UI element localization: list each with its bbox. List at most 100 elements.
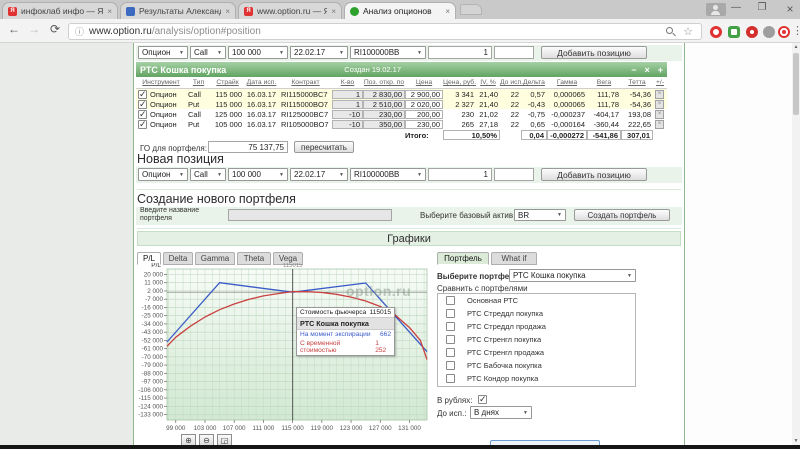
close-portfolio-icon[interactable]: × [644, 65, 649, 75]
col-iv[interactable]: IV, % [476, 79, 500, 86]
create-portfolio-button[interactable]: Создать портфель [574, 209, 670, 221]
price-cell[interactable]: 2 900,00 [405, 89, 443, 99]
row-checkbox[interactable] [138, 99, 147, 110]
profile-button[interactable] [706, 3, 726, 16]
base-asset-select[interactable]: BR ▼ [514, 209, 566, 221]
tab-close-icon[interactable]: × [445, 7, 450, 16]
tab-what-if[interactable]: What if [491, 252, 537, 265]
scroll-down-icon[interactable]: ▼ [792, 437, 800, 445]
col-type[interactable]: Тип [186, 79, 211, 86]
col-vega[interactable]: Вега [587, 79, 621, 86]
col-contract[interactable]: Контракт [279, 79, 332, 86]
col-exp[interactable]: Дата исп. [244, 79, 279, 86]
browser-tab-1[interactable]: Я инфоклаб инфо — Янд × [2, 2, 118, 19]
reload-icon[interactable]: ⟳ [50, 22, 60, 36]
qty-cell[interactable]: 1 [332, 99, 363, 109]
open-price-cell[interactable]: 350,00 [363, 119, 405, 129]
price-cell[interactable]: 2 020,00 [405, 99, 443, 109]
qty-cell[interactable]: 1 [332, 89, 363, 99]
list-item[interactable]: РТС Кондор покупка [438, 372, 635, 385]
compare-checkbox[interactable] [446, 361, 455, 370]
address-bar[interactable]: ⓘ www.option.ru/analysis/option#position… [68, 23, 702, 40]
compare-checkbox[interactable] [446, 348, 455, 357]
price-input[interactable] [494, 46, 534, 59]
list-item[interactable]: РТС Бабочка покупка [438, 359, 635, 372]
open-price-cell[interactable]: 230,00 [363, 109, 405, 119]
list-item[interactable]: РТС Стренгл продажа [438, 346, 635, 359]
open-price-cell[interactable]: 2 510,00 [363, 99, 405, 109]
col-price[interactable]: Цена [405, 79, 443, 86]
open-price-cell[interactable]: 2 830,00 [363, 89, 405, 99]
quantity-input[interactable]: 1 [428, 168, 492, 181]
col-qty[interactable]: К-во [332, 79, 363, 86]
expiry-date-select[interactable]: 22.02.17 ▼ [290, 168, 348, 181]
browser-menu-icon[interactable]: ⋮ [792, 24, 800, 37]
page-info-icon[interactable]: ⓘ [75, 25, 84, 38]
tab-close-icon[interactable]: × [225, 7, 230, 16]
price-input[interactable] [494, 168, 534, 181]
col-price-rub[interactable]: Цена, руб. [443, 79, 476, 86]
qty-cell[interactable]: -10 [332, 119, 363, 129]
compare-checkbox[interactable] [446, 309, 455, 318]
scroll-up-icon[interactable]: ▲ [792, 43, 800, 51]
close-window-button[interactable]: × [780, 2, 800, 16]
col-gamma[interactable]: Гамма [547, 79, 587, 86]
strike-select[interactable]: 100 000 ▼ [228, 46, 288, 59]
price-cell[interactable]: 200,00 [405, 109, 443, 119]
compare-checkbox[interactable] [446, 322, 455, 331]
list-item[interactable]: РТС Стреддл покупка [438, 307, 635, 320]
minimize-button[interactable]: — [726, 2, 746, 13]
add-position-button[interactable]: Добавить позицию [541, 46, 647, 59]
tab-portfolio[interactable]: Портфель [437, 252, 489, 265]
instrument-select[interactable]: Опцион ▼ [138, 46, 188, 59]
contract-select[interactable]: RI100000BB ▼ [350, 46, 426, 59]
new-tab-button[interactable] [460, 4, 482, 15]
extension-gray-icon[interactable] [763, 26, 775, 38]
extension-red-icon[interactable] [746, 26, 758, 38]
row-checkbox[interactable] [138, 109, 147, 120]
option-type-select[interactable]: Call ▼ [190, 168, 226, 181]
delete-row-icon[interactable]: × [655, 119, 664, 129]
add-position-button[interactable]: Добавить позицию [541, 168, 647, 181]
search-icon[interactable] [666, 27, 673, 34]
tab-close-icon[interactable]: × [331, 7, 336, 16]
compare-checkbox[interactable] [446, 335, 455, 344]
delete-row-icon[interactable]: × [655, 89, 664, 99]
option-type-select[interactable]: Call ▼ [190, 46, 226, 59]
col-theta[interactable]: Тетта [621, 79, 653, 86]
quantity-input[interactable]: 1 [428, 46, 492, 59]
add-portfolio-icon[interactable]: + [658, 65, 663, 75]
col-strike[interactable]: Страйк [211, 79, 244, 86]
extension-green-icon[interactable] [728, 26, 740, 38]
price-cell[interactable]: 230,00 [405, 119, 443, 129]
maximize-button[interactable]: ❐ [752, 2, 772, 13]
row-checkbox[interactable] [138, 119, 147, 130]
tab-close-icon[interactable]: × [107, 7, 112, 16]
scrollbar-thumb[interactable] [793, 53, 799, 115]
expiry-date-select[interactable]: 22.02.17 ▼ [290, 46, 348, 59]
delete-row-icon[interactable]: × [655, 99, 664, 109]
row-checkbox[interactable] [138, 89, 147, 100]
browser-tab-2[interactable]: Результаты Александр К × [120, 2, 236, 19]
back-icon[interactable]: ← [8, 22, 20, 36]
col-delta[interactable]: Дельта [521, 79, 547, 86]
strike-select[interactable]: 100 000 ▼ [228, 168, 288, 181]
portfolio-select[interactable]: РТС Кошка покупка ▼ [509, 269, 636, 282]
browser-tab-3[interactable]: Я www.option.ru — Яндек × [238, 2, 342, 19]
portfolio-name-input[interactable] [228, 209, 392, 221]
instrument-select[interactable]: Опцион ▼ [138, 168, 188, 181]
bookmark-star-icon[interactable]: ☆ [683, 25, 693, 38]
col-open[interactable]: Поз. откр. по [363, 79, 405, 86]
list-item[interactable]: РТС Стреддл продажа [438, 320, 635, 333]
list-item[interactable]: Основная РТС [438, 294, 635, 307]
qty-cell[interactable]: -10 [332, 109, 363, 119]
contract-select[interactable]: RI100000BB ▼ [350, 168, 426, 181]
browser-tab-active[interactable]: Анализ опционов × [344, 2, 456, 19]
rubles-checkbox[interactable] [478, 394, 487, 405]
delete-row-icon[interactable]: × [655, 109, 664, 119]
col-days[interactable]: До исп. [500, 79, 523, 86]
recalculate-button[interactable]: пересчитать [294, 141, 354, 153]
compare-checkbox[interactable] [446, 374, 455, 383]
extension-target-icon[interactable] [778, 26, 790, 38]
list-item[interactable]: РТС Стренгл покупка [438, 333, 635, 346]
